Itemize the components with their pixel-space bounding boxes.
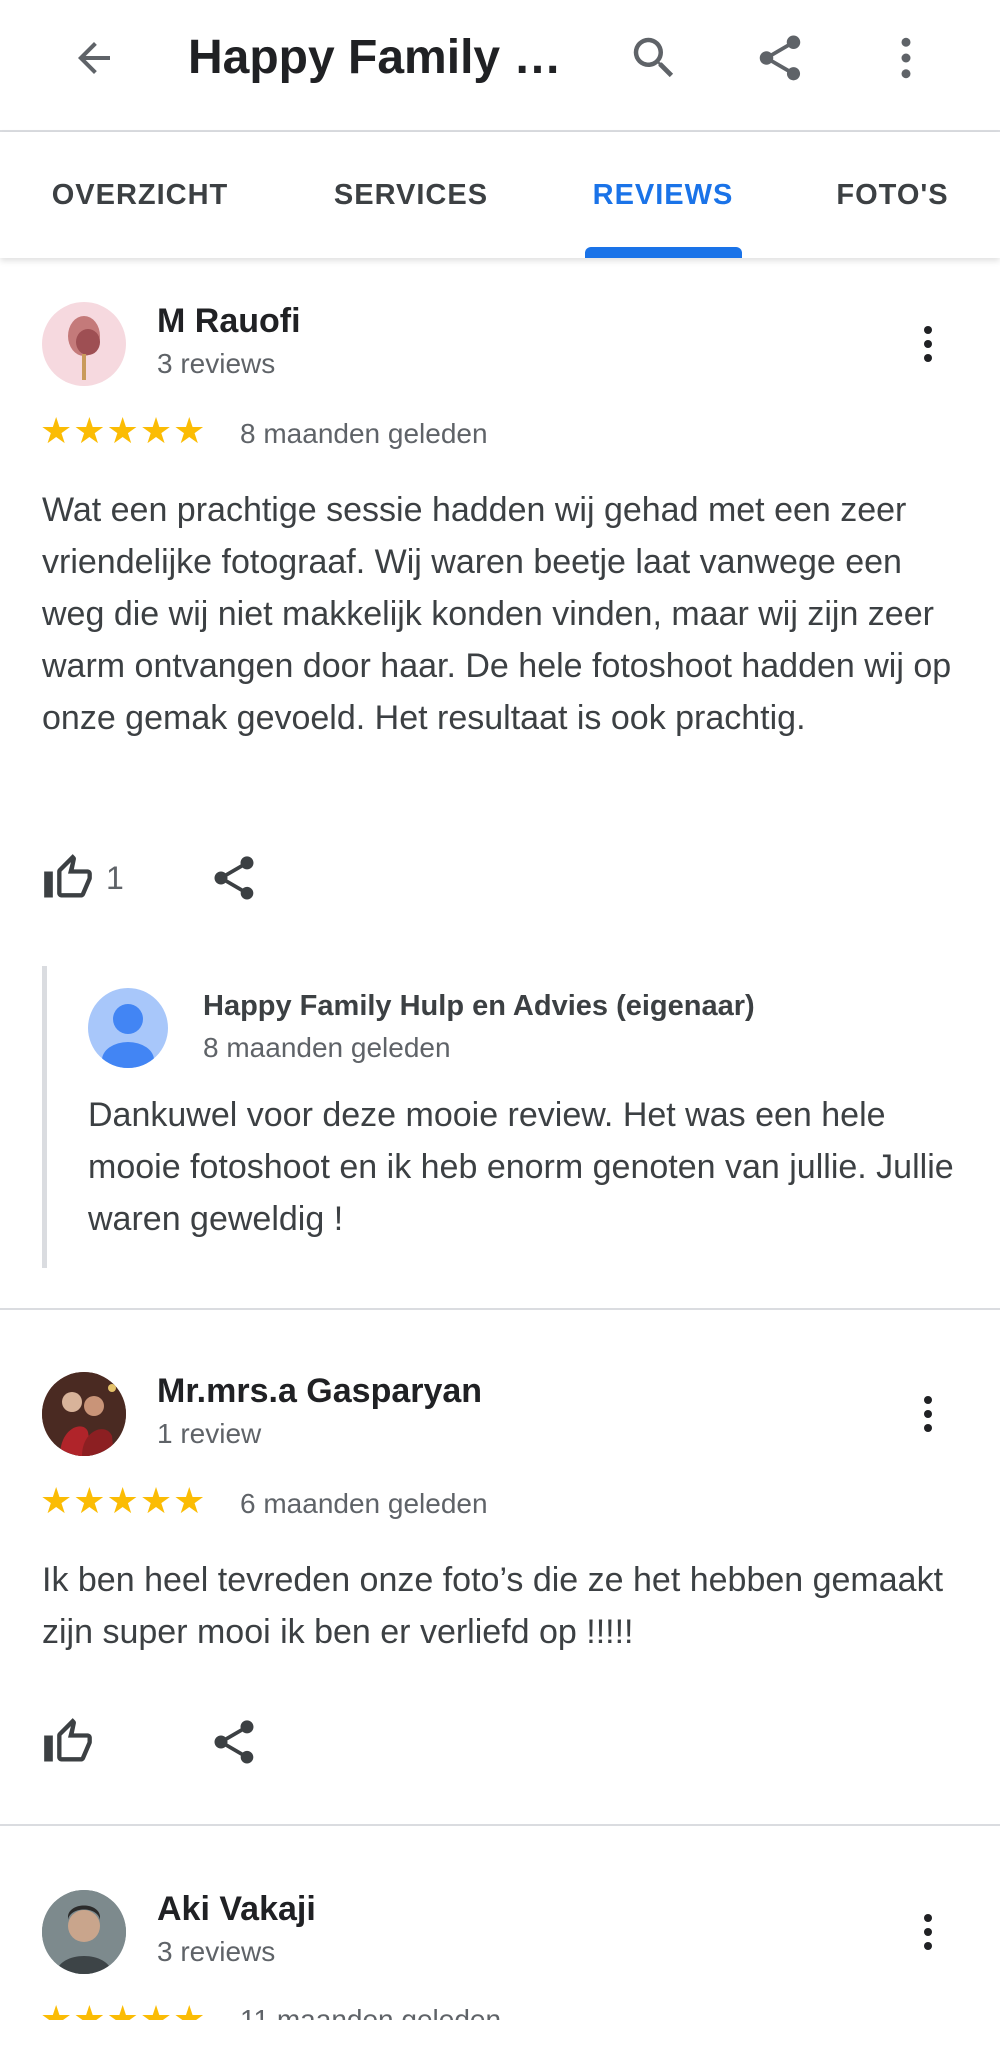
more-vert-icon [924, 1396, 932, 1432]
like-button[interactable] [42, 1716, 94, 1768]
review-more-button[interactable] [900, 1386, 956, 1442]
reviewer-review-count: 1 review [157, 1418, 262, 1449]
tab-overzicht[interactable]: OVERZICHT [20, 132, 260, 258]
share-icon [759, 35, 801, 81]
thumb-up-icon [44, 854, 92, 898]
review-date: 6 maanden geleden [240, 1488, 488, 1519]
reviewer-name[interactable]: M Rauofi [157, 302, 301, 341]
share-icon [214, 1720, 254, 1764]
review-divider [0, 1824, 1000, 1826]
review-text: Wat een prachtige sessie hadden wij geha… [42, 491, 952, 737]
reviewer-name[interactable]: Aki Vakaji [157, 1890, 316, 1929]
like-button[interactable]: 1 [42, 852, 124, 904]
star-rating: ★★★★★ [40, 1998, 207, 2020]
like-count: 1 [106, 859, 124, 896]
more-vert-icon [924, 1914, 932, 1950]
arrow-back-icon [78, 42, 110, 74]
top-app-bar: Happy Family Hulp en Advies [0, 0, 1000, 132]
review-more-button[interactable] [900, 316, 956, 372]
review-text: Ik ben heel tevreden onze foto’s die ze … [42, 1561, 944, 1651]
share-review-button[interactable] [208, 852, 260, 904]
search-icon [633, 37, 674, 78]
clipped-rating-row: ★★★★★ 11 maanden geleden [0, 1996, 1000, 2020]
tab-bar: OVERZICHT SERVICES REVIEWS FOTO'S [0, 132, 1000, 258]
owner-reply-bar [42, 966, 47, 1268]
more-vert-icon [901, 37, 911, 79]
reviewer-name[interactable]: Mr.mrs.a Gasparyan [157, 1372, 482, 1411]
tab-fotos[interactable]: FOTO'S [800, 132, 985, 258]
reviewer-review-count: 3 reviews [157, 348, 276, 379]
owner-name: Happy Family Hulp en Advies (eigenaar) [203, 990, 755, 1022]
tab-services[interactable]: SERVICES [300, 132, 522, 258]
review-divider [0, 1308, 1000, 1310]
owner-reply-text: Dankuwel voor deze mooie review. Het was… [88, 1096, 954, 1238]
review-more-button[interactable] [900, 1904, 956, 1960]
reviewer-avatar[interactable] [42, 302, 126, 386]
search-button[interactable] [622, 26, 686, 90]
share-button[interactable] [748, 26, 812, 90]
tab-reviews[interactable]: REVIEWS [560, 132, 766, 258]
review-date: 8 maanden geleden [240, 418, 488, 449]
more-vert-icon [924, 326, 932, 362]
star-rating: ★★★★★ [40, 1480, 207, 1521]
review-date: 11 maanden geleden [240, 2004, 502, 2020]
page-title: Happy Family Hulp en Advies [188, 31, 588, 84]
owner-reply-date: 8 maanden geleden [203, 1032, 451, 1063]
active-tab-indicator [585, 247, 742, 258]
share-icon [214, 856, 254, 900]
owner-avatar [88, 988, 168, 1068]
more-options-button[interactable] [874, 26, 938, 90]
star-rating: ★★★★★ [40, 410, 207, 451]
reviewer-avatar[interactable] [42, 1372, 126, 1456]
thumb-up-icon [44, 1718, 92, 1762]
back-button[interactable] [62, 30, 126, 86]
reviewer-avatar[interactable] [42, 1890, 126, 1974]
share-review-button[interactable] [208, 1716, 260, 1768]
reviewer-review-count: 3 reviews [157, 1936, 276, 1967]
